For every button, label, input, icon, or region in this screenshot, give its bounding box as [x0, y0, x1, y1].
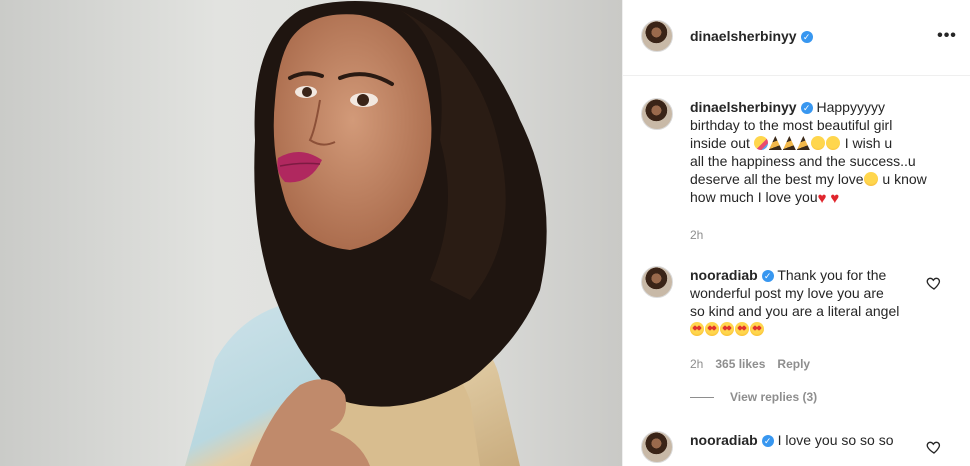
party-hat-emoji-icon — [782, 136, 796, 150]
comment-text: nooradiab ✓ Thank you for the wonderful p… — [690, 266, 920, 338]
red-heart-emoji-icon: ♥ — [830, 190, 840, 207]
caption-line: all the happiness and the success..u — [690, 153, 916, 169]
more-options-icon[interactable]: ••• — [935, 24, 959, 48]
commenter-avatar[interactable] — [641, 431, 673, 463]
caption-line: birthday to the most beautiful girl — [690, 117, 893, 133]
smiling-face-emoji-icon — [810, 136, 825, 150]
post-photo — [0, 0, 622, 466]
comment-likes[interactable]: 365 likes — [715, 357, 765, 371]
comment-username[interactable]: nooradiab — [690, 267, 758, 283]
comment-text: nooradiab ✓ I love you so so so — [690, 431, 920, 449]
reply-button[interactable]: Reply — [777, 357, 810, 371]
hugging-face-emoji-icon — [863, 172, 878, 186]
caption-line: u know — [882, 171, 927, 187]
comment-time[interactable]: 2h — [690, 357, 703, 371]
star-struck-emoji-icon — [735, 322, 749, 336]
verified-badge-icon: ✓ — [800, 31, 813, 43]
like-heart-icon[interactable] — [926, 275, 942, 291]
caption-username[interactable]: dinaelsherbinyy — [690, 99, 797, 115]
post-side-panel: dinaelsherbinyy ✓ ••• dinaelsherbinyy ✓ Ha… — [622, 0, 970, 466]
partying-face-emoji-icon — [753, 136, 768, 150]
view-replies-button[interactable]: View replies (3) — [690, 390, 817, 404]
caption-line: how much I love you — [690, 189, 818, 205]
comment-meta: 2h 365 likes Reply — [690, 357, 822, 371]
view-replies-label: View replies (3) — [730, 390, 818, 404]
party-hat-emoji-icon — [768, 136, 782, 150]
star-struck-emoji-icon — [690, 322, 704, 336]
post-header: dinaelsherbinyy ✓ ••• — [623, 0, 970, 76]
verified-badge-icon: ✓ — [761, 435, 774, 447]
caption-line: deserve all the best my love — [690, 171, 864, 187]
caption-time[interactable]: 2h — [690, 228, 703, 242]
commenter-avatar[interactable] — [641, 266, 673, 298]
author-username-text[interactable]: dinaelsherbinyy — [690, 28, 797, 44]
star-struck-emoji-icon — [750, 322, 764, 336]
like-heart-icon[interactable] — [926, 439, 942, 455]
verified-badge-icon: ✓ — [761, 270, 774, 282]
author-avatar[interactable] — [641, 20, 673, 52]
star-struck-emoji-icon — [720, 322, 734, 336]
party-hat-emoji-icon — [796, 136, 810, 150]
comment-username[interactable]: nooradiab — [690, 432, 758, 448]
author-username[interactable]: dinaelsherbinyy ✓ — [690, 28, 813, 44]
caption-line: I wish u — [844, 135, 893, 151]
caption-line: inside out — [690, 135, 750, 151]
comment-line: I love you so so so — [777, 432, 894, 448]
comment-line: Thank you for the — [777, 267, 887, 283]
comment-line: wonderful post my love you are — [690, 285, 884, 301]
red-heart-emoji-icon: ♥ — [817, 190, 827, 207]
comment-line: so kind and you are a literal angel — [690, 303, 900, 319]
caption-text: dinaelsherbinyy ✓ Happyyyyy birthday to t… — [690, 98, 930, 206]
caption-meta: 2h — [690, 228, 715, 242]
smiling-face-emoji-icon — [825, 136, 840, 150]
verified-badge-icon: ✓ — [800, 102, 813, 114]
caption-avatar[interactable] — [641, 98, 673, 130]
divider-line — [690, 397, 714, 399]
caption-line: Happyyyyy — [816, 99, 885, 115]
star-struck-emoji-icon — [705, 322, 719, 336]
